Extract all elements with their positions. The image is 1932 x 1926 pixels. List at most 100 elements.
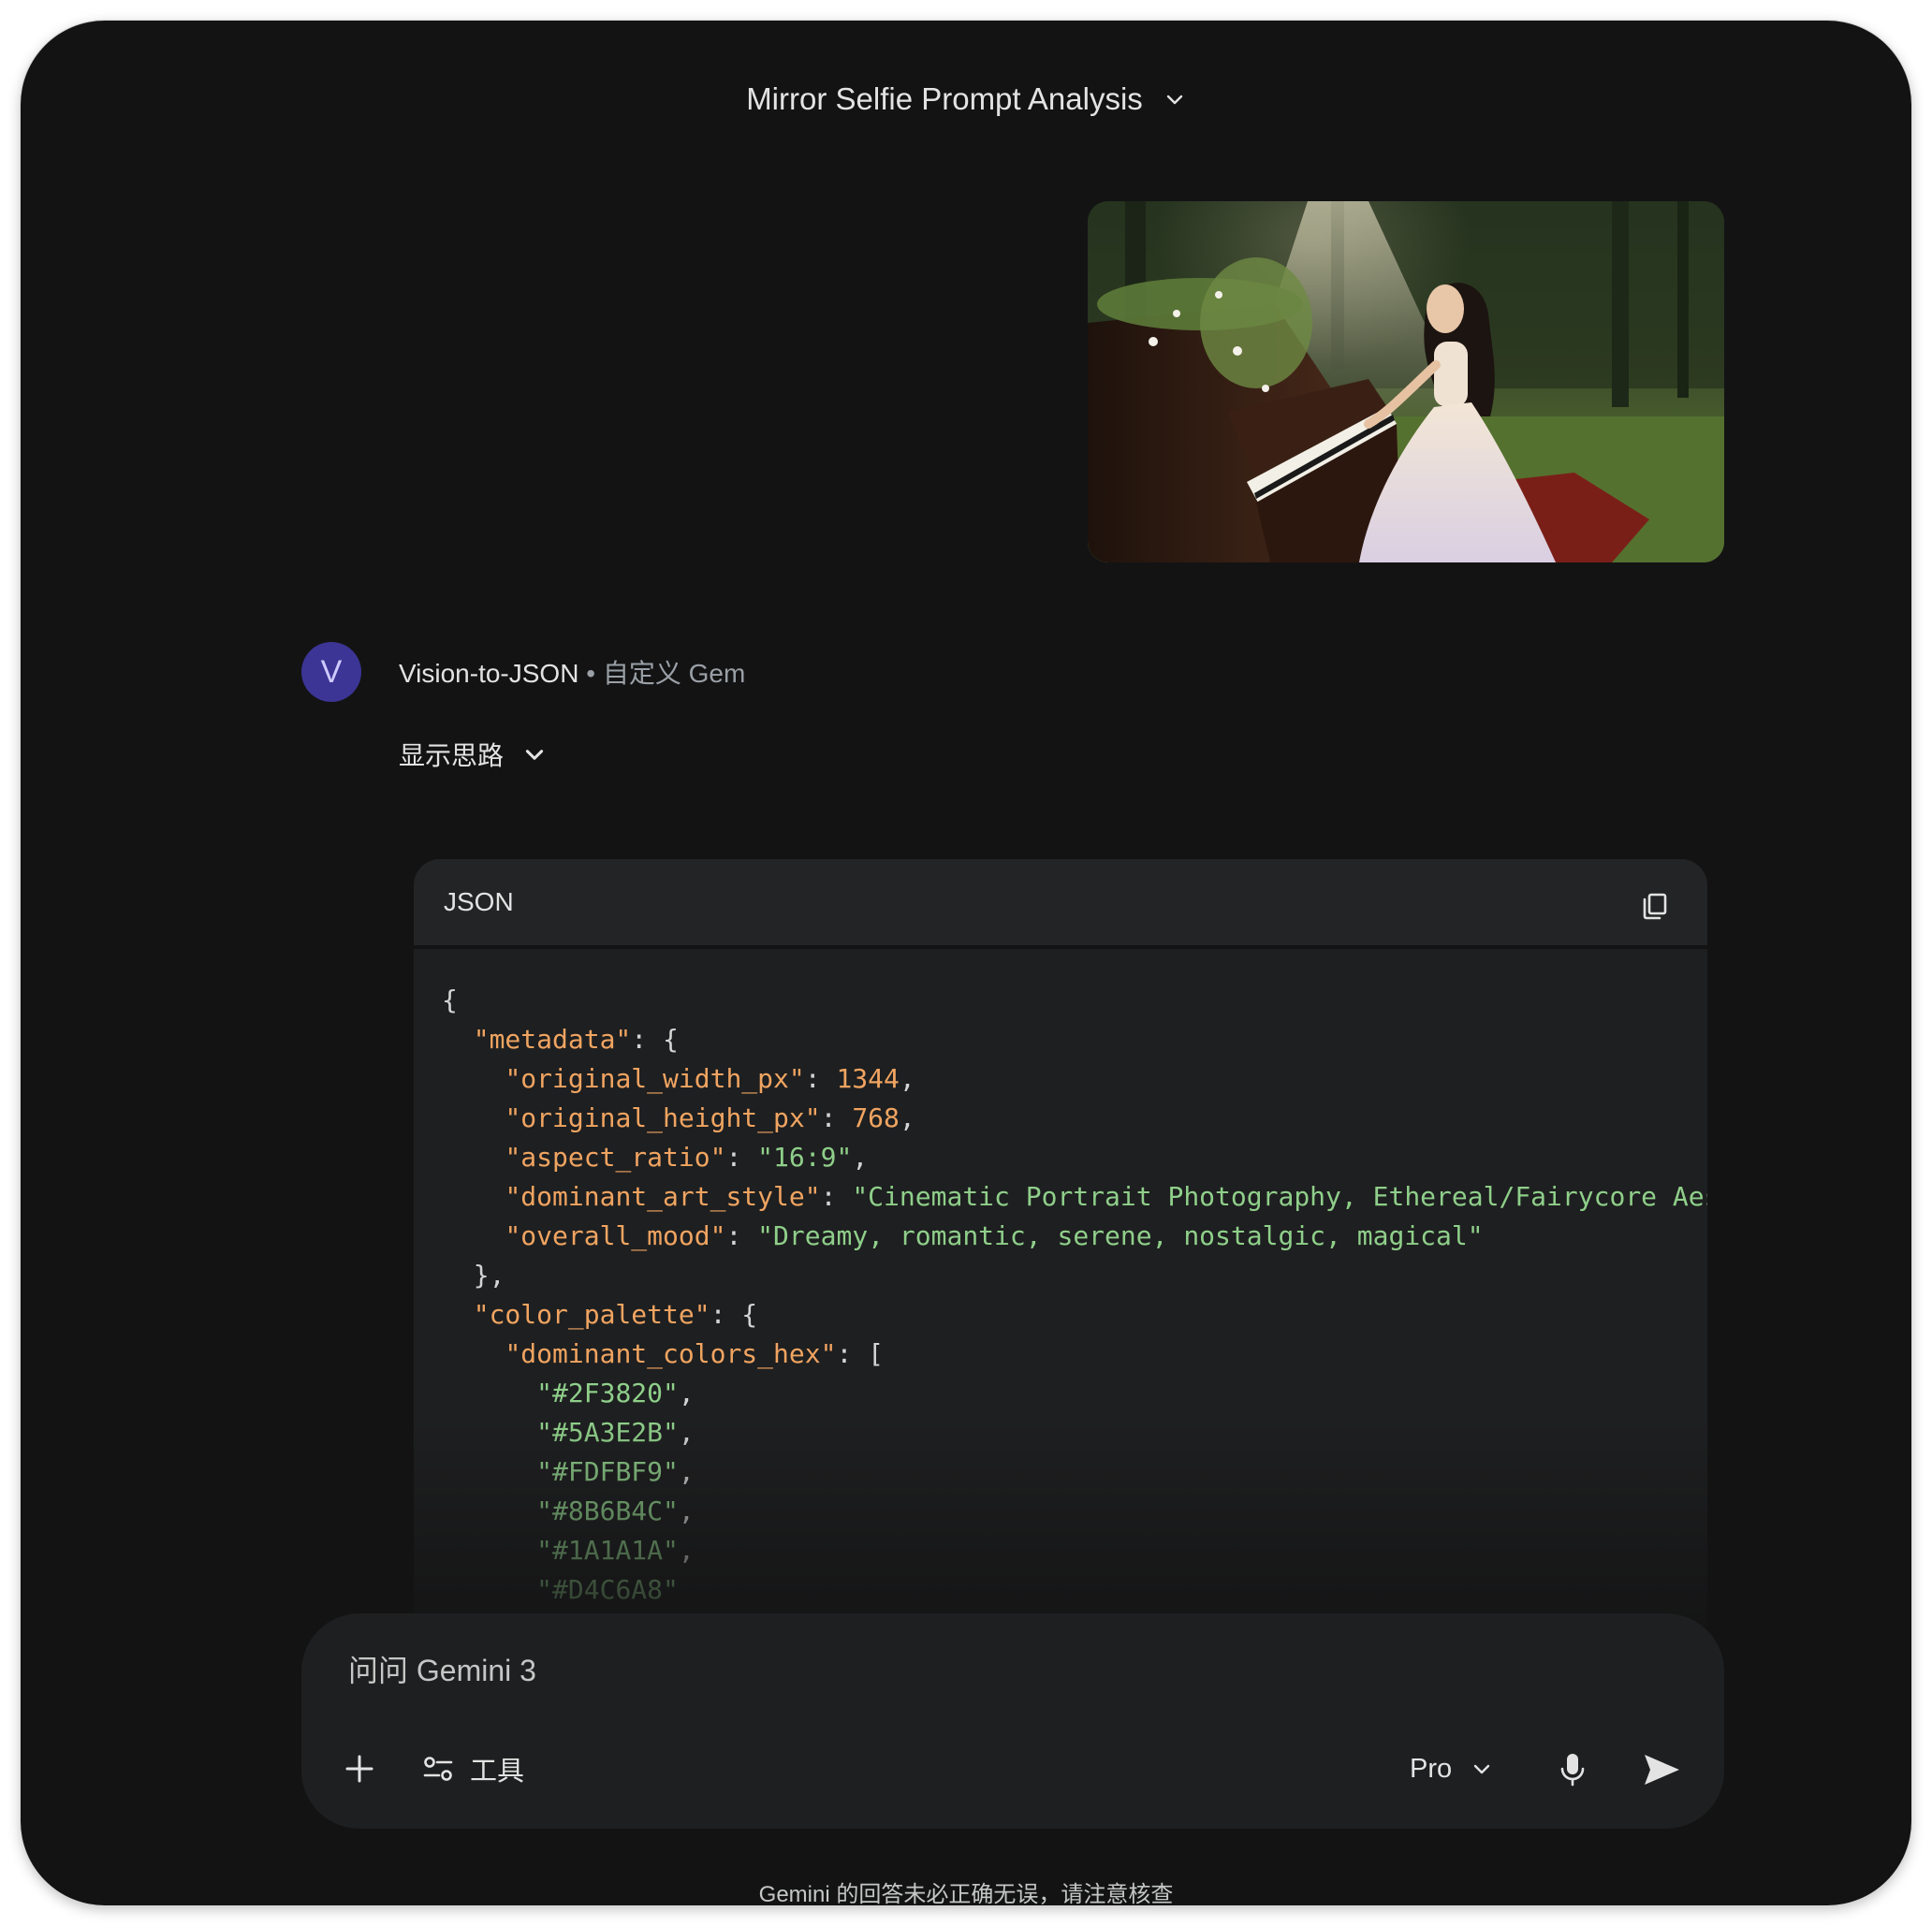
code-token: "dominant_colors_hex" xyxy=(505,1338,837,1369)
gem-header: Vision-to-JSON • 自定义 Gem xyxy=(399,653,745,691)
code-token: , xyxy=(852,1142,869,1173)
code-token: "#FDFBF9" xyxy=(536,1456,679,1487)
chevron-down-icon xyxy=(1164,88,1186,110)
copy-icon xyxy=(1640,891,1670,921)
code-token: : xyxy=(820,1102,853,1133)
code-line: "#1A1A1A", xyxy=(442,1531,1707,1570)
code-token: "color_palette" xyxy=(473,1299,710,1330)
code-token: "#1A1A1A" xyxy=(536,1535,679,1566)
send-icon xyxy=(1642,1752,1681,1787)
tune-icon xyxy=(421,1752,455,1786)
gem-separator: • xyxy=(578,659,603,688)
copy-code-button[interactable] xyxy=(1640,891,1670,921)
send-button[interactable] xyxy=(1642,1752,1681,1787)
microphone-button[interactable] xyxy=(1556,1752,1589,1787)
app-window: Mirror Selfie Prompt Analysis V Vision-t… xyxy=(21,21,1911,1905)
code-token: , xyxy=(678,1378,695,1408)
code-block-header: JSON xyxy=(414,859,1707,949)
code-line: { xyxy=(442,981,1707,1020)
code-token: "Dreamy, romantic, serene, nostalgic, ma… xyxy=(757,1220,1484,1251)
code-line: "color_palette": { xyxy=(442,1295,1707,1335)
code-token: : [ xyxy=(836,1338,885,1369)
code-content: { "metadata": { "original_width_px": 134… xyxy=(442,981,1707,1627)
code-line: "aspect_ratio": "16:9", xyxy=(442,1138,1707,1177)
code-token: "overall_mood" xyxy=(505,1220,726,1251)
chevron-down-icon xyxy=(1471,1758,1493,1780)
code-language-label: JSON xyxy=(444,887,514,916)
code-token: 1344 xyxy=(836,1063,900,1094)
show-thinking-label: 显示思路 xyxy=(399,741,505,770)
code-token: "dominant_art_style" xyxy=(505,1181,821,1212)
code-token: "#D4C6A8" xyxy=(536,1574,679,1605)
code-token: , xyxy=(678,1417,695,1448)
mic-icon xyxy=(1556,1752,1589,1787)
json-code-block: JSON { "metadata": { "original_width_px"… xyxy=(414,859,1707,1627)
code-line: "original_width_px": 1344, xyxy=(442,1059,1707,1099)
code-line: "original_height_px": 768, xyxy=(442,1099,1707,1138)
code-token: "#8B6B4C" xyxy=(536,1496,679,1526)
code-token: "aspect_ratio" xyxy=(505,1142,726,1173)
code-line: "#FDFBF9", xyxy=(442,1452,1707,1492)
code-token: "original_width_px" xyxy=(505,1063,805,1094)
prompt-composer: 工具 Pro xyxy=(301,1613,1724,1829)
code-line: "#D4C6A8" xyxy=(442,1570,1707,1610)
code-token: : xyxy=(820,1181,853,1212)
code-token: "Cinematic Portrait Photography, Etherea… xyxy=(852,1181,1707,1212)
gem-avatar: V xyxy=(301,642,361,702)
gem-name: Vision-to-JSON xyxy=(399,659,579,688)
code-token: , xyxy=(678,1456,695,1487)
code-line: "dominant_colors_hex": [ xyxy=(442,1335,1707,1374)
code-token: "metadata" xyxy=(473,1024,632,1055)
tools-button[interactable]: 工具 xyxy=(421,1750,524,1787)
code-token: , xyxy=(678,1496,695,1526)
code-token: : { xyxy=(631,1024,679,1055)
conversation-title-button[interactable]: Mirror Selfie Prompt Analysis xyxy=(21,75,1911,124)
model-selector-button[interactable]: Pro xyxy=(1410,1750,1493,1787)
gem-type: 自定义 Gem xyxy=(602,659,746,688)
code-line: "overall_mood": "Dreamy, romantic, seren… xyxy=(442,1217,1707,1256)
code-token: : xyxy=(725,1220,758,1251)
show-thinking-toggle[interactable]: 显示思路 xyxy=(399,736,547,773)
code-token: }, xyxy=(442,1260,505,1291)
prompt-input[interactable] xyxy=(346,1647,1661,1694)
code-token: : xyxy=(804,1063,837,1094)
conversation-title: Mirror Selfie Prompt Analysis xyxy=(746,81,1143,116)
model-label: Pro xyxy=(1410,1753,1453,1784)
disclaimer-text: Gemini 的回答未必正确无误，请注意核查 xyxy=(758,1882,1174,1905)
code-token: , xyxy=(899,1063,915,1094)
code-line: "#2F3820", xyxy=(442,1374,1707,1413)
code-token: : xyxy=(725,1142,758,1173)
code-token: 768 xyxy=(852,1102,900,1133)
chevron-down-icon xyxy=(522,742,547,766)
code-token: : { xyxy=(710,1299,758,1330)
code-token: "#5A3E2B" xyxy=(536,1417,679,1448)
code-token: , xyxy=(899,1102,915,1133)
code-token: { xyxy=(442,985,458,1015)
code-line: "metadata": { xyxy=(442,1020,1707,1059)
code-token: , xyxy=(678,1535,695,1566)
plus-icon xyxy=(343,1752,376,1786)
code-token: "original_height_px" xyxy=(505,1102,821,1133)
code-line: "#5A3E2B", xyxy=(442,1413,1707,1452)
code-line: "#8B6B4C", xyxy=(442,1492,1707,1531)
uploaded-image[interactable] xyxy=(1088,201,1724,562)
add-attachment-button[interactable] xyxy=(343,1752,376,1786)
tools-label: 工具 xyxy=(470,1757,525,1787)
code-line: "dominant_art_style": "Cinematic Portrai… xyxy=(442,1177,1707,1217)
code-line: }, xyxy=(442,1256,1707,1295)
code-token: "#2F3820" xyxy=(536,1378,679,1408)
